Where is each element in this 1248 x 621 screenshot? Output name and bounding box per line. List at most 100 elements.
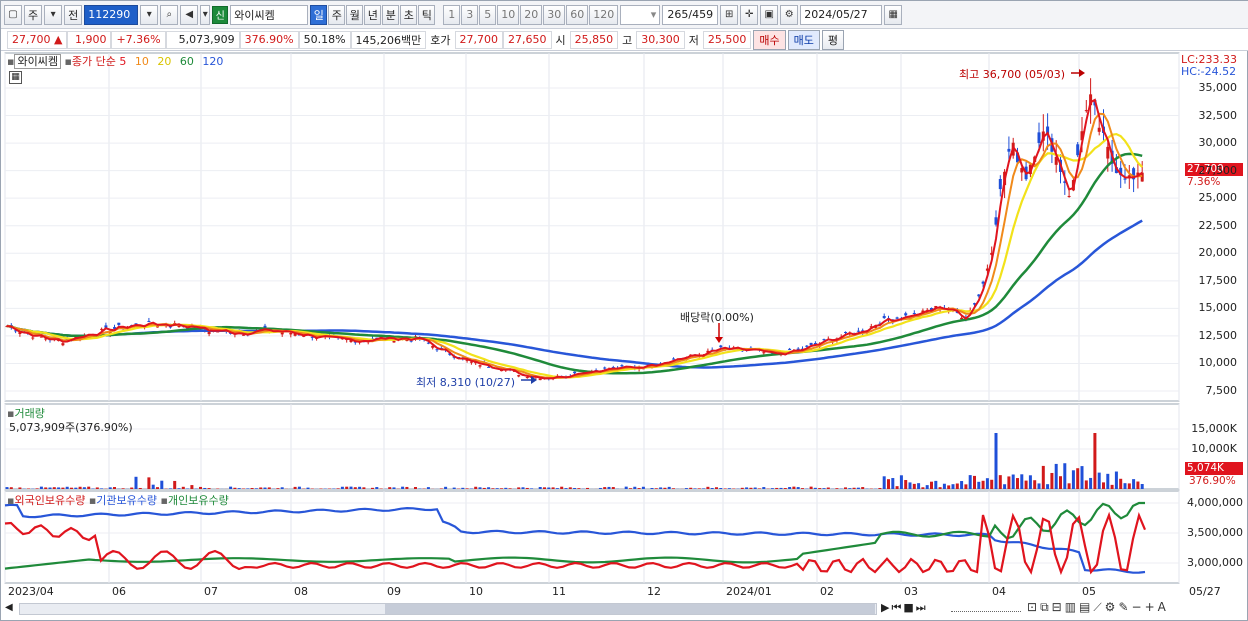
tab-period-6[interactable]: 틱 (418, 4, 436, 25)
interval-combo[interactable]: ▾ (620, 4, 661, 25)
amount-value: 145,206백만 (350, 30, 427, 49)
layout-icon[interactable]: ⊡ (1027, 600, 1040, 614)
price-tick: 27,500 (1198, 163, 1238, 177)
settings-icon[interactable]: ⚙ (1105, 600, 1119, 614)
grid-icon[interactable]: ⊞ (720, 4, 739, 25)
mode-select[interactable]: 주 (24, 4, 43, 25)
volume-bar (586, 487, 589, 489)
play-forward-icon[interactable]: ▶ (881, 601, 891, 614)
volume-bar (160, 480, 164, 489)
volume-bar (504, 487, 508, 489)
volume-bar (706, 486, 710, 489)
volume-bar (813, 487, 817, 489)
candle-body (822, 339, 826, 341)
tab-interval-3[interactable]: 3 (461, 4, 479, 25)
change-value: 1,900 (67, 30, 112, 49)
tab-period-2[interactable]: 월 (346, 4, 364, 25)
stop-icon[interactable]: ■ (903, 601, 915, 614)
volume-bar (654, 488, 658, 489)
volume-value: 5,073,909 (165, 30, 240, 49)
tab-period-3[interactable]: 년 (364, 4, 382, 25)
crosshair-icon[interactable]: ✛ (740, 4, 759, 25)
tab-interval-20[interactable]: 20 (520, 4, 543, 25)
change-pct: +7.36% (111, 30, 166, 49)
volume-bar (1033, 480, 1037, 489)
low-annotation: 최저 8,310 (10/27) (416, 376, 516, 389)
volume-bar (263, 487, 267, 489)
volume-bar (35, 488, 39, 489)
volume-bar (130, 487, 134, 489)
volume-bar (1020, 474, 1024, 489)
date-field[interactable]: 2024/05/27 (800, 4, 883, 25)
search-icon[interactable]: ⌕ (160, 4, 179, 25)
tab-interval-10[interactable]: 10 (497, 4, 520, 25)
tab-interval-1[interactable]: 1 (443, 4, 461, 25)
tab-interval-5[interactable]: 5 (479, 4, 497, 25)
volume-bar (478, 487, 482, 489)
tab-period-0[interactable]: 일 (310, 4, 328, 25)
buy-button[interactable]: 매수 (753, 29, 786, 50)
zoom-in-icon[interactable]: + (1145, 600, 1158, 614)
calendar-icon[interactable]: ▦ (884, 4, 903, 25)
bar-count[interactable]: 265/459 (662, 4, 719, 25)
volume-ratio: 376.90% (239, 30, 299, 49)
tab-period-1[interactable]: 주 (328, 4, 346, 25)
save-icon[interactable]: ▣ (760, 4, 779, 25)
scrollbar-thumb[interactable] (385, 604, 875, 614)
table-icon[interactable]: ▦ (9, 71, 22, 84)
x-tick: 02 (820, 585, 834, 598)
tab-period-4[interactable]: 분 (382, 4, 400, 25)
volume-bar (27, 488, 30, 489)
volume-bar (87, 486, 91, 489)
prev-button[interactable]: 전 (64, 4, 83, 25)
stock-name-field[interactable]: 와이씨켐 (230, 4, 309, 25)
font-icon[interactable]: A (1158, 600, 1169, 614)
interval-tabs: 1 3 5 10 20 30 60 120 (443, 4, 619, 25)
speaker-icon[interactable]: ◀ (180, 4, 199, 25)
toolbar: ▢ 주 ▾ 전 112290 ▾ ⌕ ◀ ▾ 신 와이씨켐 일주월년분초틱 13… (1, 1, 1248, 29)
candle-body (1097, 127, 1101, 132)
volume-bar (517, 487, 521, 489)
tab-period-5[interactable]: 초 (400, 4, 418, 25)
legend-individual: 개인보유수량 (167, 494, 229, 507)
candle-body (517, 375, 521, 377)
chevron-down-icon[interactable]: ▾ (140, 4, 159, 25)
volume-bar (568, 487, 572, 489)
legend-institution: 기관보유수량 (96, 494, 158, 507)
zoom-slider[interactable] (951, 608, 1021, 612)
fast-forward-icon[interactable]: ⏭ (916, 601, 928, 614)
copy-icon[interactable]: ⧉ (1040, 600, 1052, 614)
bar-icon[interactable]: ▥ (1065, 600, 1079, 614)
chevron-down-icon[interactable]: ▾ (44, 4, 63, 25)
volume-bar (809, 486, 813, 489)
chevron-down-icon[interactable]: ▾ (200, 4, 211, 25)
volume-bar (1106, 473, 1110, 489)
volume-bar (697, 488, 701, 489)
volume-bar (134, 476, 138, 489)
gear-icon[interactable]: ⚙ (780, 4, 799, 25)
zoom-out-icon[interactable]: − (1132, 600, 1145, 614)
volume-bar (560, 486, 564, 489)
candle-icon[interactable]: ▤ (1079, 600, 1093, 614)
stock-code-input[interactable]: 112290 (84, 4, 139, 25)
rewind-icon[interactable]: ⏮ (891, 601, 903, 614)
volume-bar (801, 488, 804, 489)
tab-interval-30[interactable]: 30 (543, 4, 566, 25)
scroll-left-button[interactable]: ◀ (5, 602, 13, 613)
chart-canvas[interactable] (1, 51, 1248, 621)
volume-bar (452, 487, 456, 489)
tab-interval-120[interactable]: 120 (589, 4, 619, 25)
window-icon[interactable]: ▢ (4, 4, 22, 25)
line-icon[interactable]: ⟋ (1093, 600, 1104, 614)
tab-interval-60[interactable]: 60 (566, 4, 589, 25)
sell-button[interactable]: 매도 (787, 29, 820, 50)
volume-bar (297, 486, 301, 489)
volume-bar (1123, 483, 1127, 489)
stack-icon[interactable]: ⊟ (1052, 600, 1065, 614)
volume-tick: 10,000K (1191, 442, 1237, 455)
volume-bar (1097, 472, 1101, 489)
volume-bar (1050, 472, 1054, 489)
eval-button[interactable]: 평 (821, 29, 845, 50)
volume-bar (672, 488, 675, 489)
edit-icon[interactable]: ✎ (1118, 600, 1131, 614)
